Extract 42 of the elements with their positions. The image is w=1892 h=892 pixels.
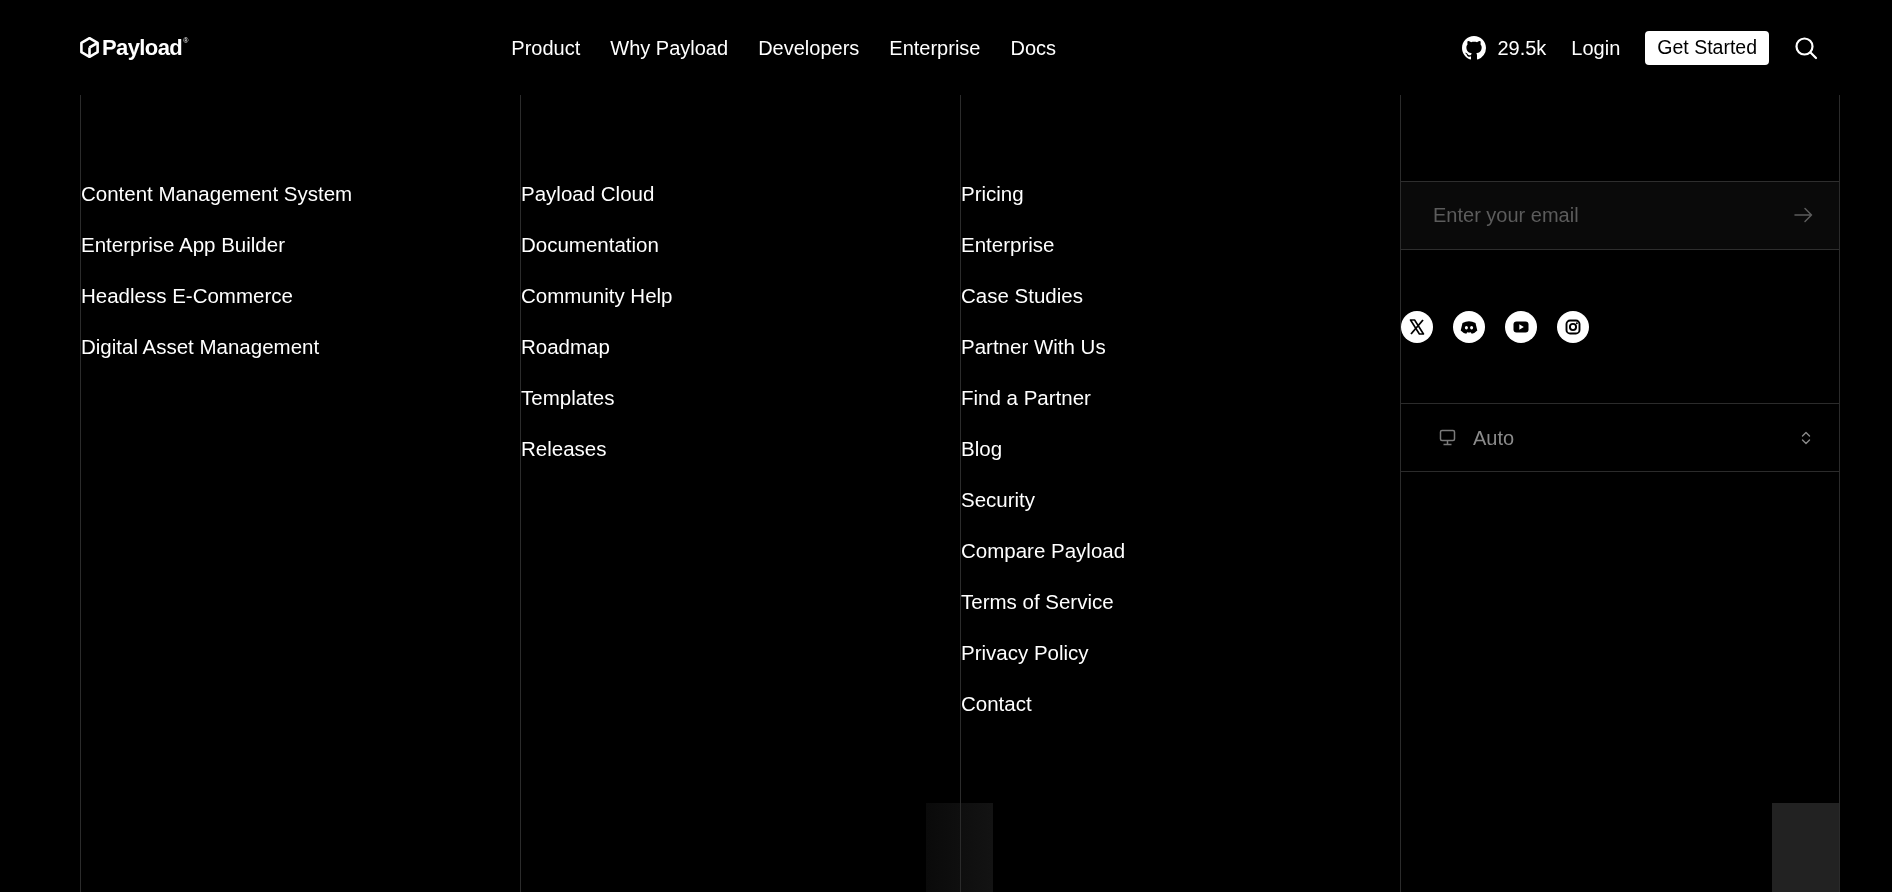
footer-link[interactable]: Content Management System: [81, 168, 353, 219]
footer-link[interactable]: Enterprise: [961, 219, 1055, 270]
footer-link[interactable]: Roadmap: [521, 321, 610, 372]
nav-link[interactable]: Developers: [758, 35, 860, 60]
footer-link[interactable]: Payload Cloud: [521, 168, 655, 219]
footer-link[interactable]: Community Help: [521, 270, 673, 321]
monitor-icon: [1439, 429, 1456, 446]
footer-link[interactable]: Security: [961, 474, 1036, 525]
footer-link[interactable]: Pricing: [961, 168, 1024, 219]
theme-select[interactable]: Auto: [1401, 403, 1839, 472]
footer-link[interactable]: Partner With Us: [961, 321, 1106, 372]
footer-link[interactable]: Enterprise App Builder: [81, 219, 285, 270]
login-link[interactable]: Login: [1571, 35, 1621, 60]
footer-link[interactable]: Contact: [961, 678, 1032, 729]
search-icon[interactable]: [1794, 35, 1818, 60]
footer-link[interactable]: Compare Payload: [961, 525, 1126, 576]
github-logo-icon: [1462, 35, 1487, 60]
footer-link[interactable]: Documentation: [521, 219, 659, 270]
footer-link[interactable]: Blog: [961, 423, 1003, 474]
footer-link[interactable]: Releases: [521, 423, 607, 474]
nav-link[interactable]: Why Payload: [610, 35, 729, 60]
logo-icon[interactable]: [80, 37, 99, 58]
x-logo-icon[interactable]: [1401, 311, 1433, 343]
footer-link[interactable]: Digital Asset Management: [81, 321, 320, 372]
get-started-button[interactable]: Get Started: [1645, 30, 1769, 65]
nav-link[interactable]: Enterprise: [889, 35, 981, 60]
nav-link[interactable]: Product: [511, 35, 581, 60]
footer-link[interactable]: Terms of Service: [961, 576, 1114, 627]
nav-link[interactable]: Docs: [1010, 35, 1057, 60]
footer-link[interactable]: Find a Partner: [961, 372, 1091, 423]
youtube-logo-icon[interactable]: [1505, 311, 1537, 343]
footer-link[interactable]: Headless E-Commerce: [81, 270, 293, 321]
email-field[interactable]: Enter your email: [1401, 181, 1839, 250]
github-stars-link[interactable]: 29.5k: [1462, 35, 1547, 60]
footer-link[interactable]: Case Studies: [961, 270, 1083, 321]
footer-link[interactable]: Privacy Policy: [961, 627, 1089, 678]
discord-logo-icon[interactable]: [1453, 311, 1485, 343]
instagram-logo-icon[interactable]: [1557, 311, 1589, 343]
footer-link[interactable]: Templates: [521, 372, 615, 423]
logo-text[interactable]: Payload$^{®}$: [102, 36, 189, 59]
arrow-right-icon[interactable]: [1794, 207, 1813, 223]
chevron-up-down-icon: [1801, 429, 1811, 446]
